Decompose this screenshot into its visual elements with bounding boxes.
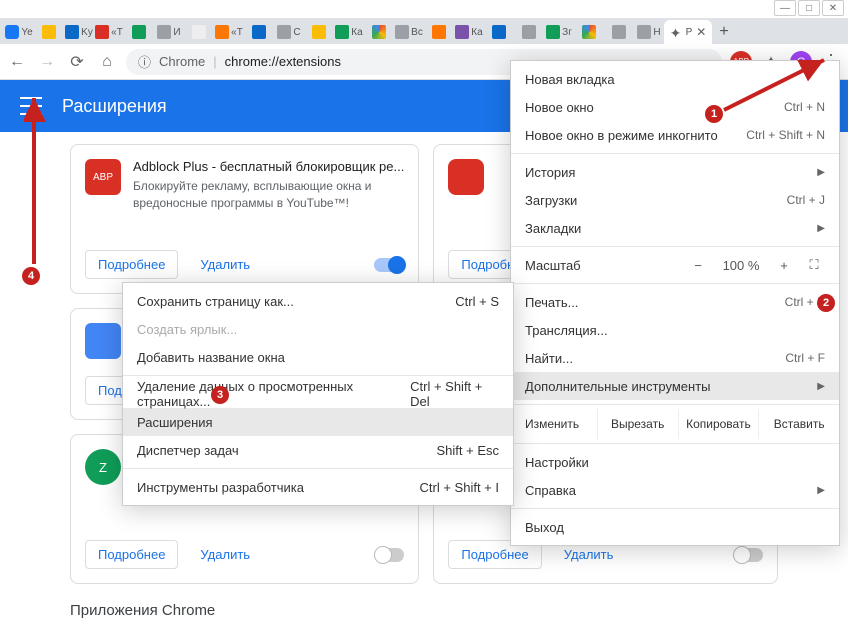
menu-more-tools[interactable]: Дополнительные инструменты▶ <box>511 372 839 400</box>
tab-4[interactable] <box>124 20 154 44</box>
ext-icon-docs <box>85 323 121 359</box>
zoom-out-button[interactable]: − <box>687 258 709 273</box>
submenu-task-manager[interactable]: Диспетчер задачShift + Esc <box>123 436 513 464</box>
tab-18[interactable]: Зг <box>544 20 574 44</box>
menu-zoom: Масштаб − 100 % + ⛶ <box>511 251 839 279</box>
home-button[interactable]: ⌂ <box>96 51 118 73</box>
ext-icon-zenmate: Z <box>85 449 121 485</box>
close-tab-icon[interactable]: ✕ <box>696 25 706 39</box>
extension-toggle[interactable] <box>733 548 763 562</box>
chevron-right-icon: ▶ <box>817 485 825 496</box>
chevron-right-icon: ▶ <box>817 223 825 234</box>
menu-find[interactable]: Найти...Ctrl + F <box>511 344 839 372</box>
menu-settings[interactable]: Настройки <box>511 448 839 476</box>
menu-print[interactable]: Печать...Ctrl + P <box>511 288 839 316</box>
submenu-clear-data[interactable]: Удаление данных о просмотренных страница… <box>123 380 513 408</box>
tab-21[interactable]: Н <box>634 20 664 44</box>
ext-icon-adblock: ABP <box>85 159 121 195</box>
window-close[interactable]: ✕ <box>822 0 844 16</box>
page-title: Расширения <box>62 96 167 117</box>
tab-19[interactable] <box>574 20 604 44</box>
tab-10[interactable] <box>304 20 334 44</box>
ext-icon-adobe <box>448 159 484 195</box>
ext-title: Adblock Plus - бесплатный блокировщик ре… <box>133 159 404 174</box>
annotation-arrow-4 <box>24 92 48 270</box>
extension-toggle[interactable] <box>374 548 404 562</box>
tab-2[interactable]: Ky <box>64 20 94 44</box>
tab-13[interactable]: Вс <box>394 20 424 44</box>
reload-button[interactable]: ⟳ <box>66 51 88 73</box>
menu-bookmarks[interactable]: Закладки▶ <box>511 214 839 242</box>
ext-desc: Блокируйте рекламу, всплывающие окна и в… <box>133 178 404 212</box>
fullscreen-button[interactable]: ⛶ <box>803 257 825 273</box>
details-button[interactable]: Подробнее <box>85 250 178 279</box>
tab-20[interactable] <box>604 20 634 44</box>
chrome-main-menu: Новая вкладка Новое окноCtrl + N Новое о… <box>510 60 840 546</box>
zoom-in-button[interactable]: + <box>773 258 795 273</box>
menu-help[interactable]: Справка▶ <box>511 476 839 504</box>
chevron-right-icon: ▶ <box>817 167 825 178</box>
menu-exit[interactable]: Выход <box>511 513 839 541</box>
puzzle-icon: ✦ <box>670 25 684 39</box>
tab-14[interactable] <box>424 20 454 44</box>
back-button[interactable]: ← <box>6 51 28 73</box>
site-info-icon[interactable]: ⓘ <box>138 52 151 71</box>
tab-7[interactable]: «Т <box>214 20 244 44</box>
url-path: chrome://extensions <box>225 54 341 69</box>
tab-8[interactable] <box>244 20 274 44</box>
annotation-badge-2: 2 <box>817 294 835 312</box>
submenu-extensions[interactable]: Расширения <box>123 408 513 436</box>
forward-button[interactable]: → <box>36 51 58 73</box>
tab-17[interactable] <box>514 20 544 44</box>
tab-11[interactable]: Ка <box>334 20 364 44</box>
tab-6[interactable] <box>184 20 214 44</box>
tab-3[interactable]: «Т <box>94 20 124 44</box>
extension-toggle[interactable] <box>374 258 404 272</box>
annotation-badge-1: 1 <box>705 105 723 123</box>
submenu-name-window[interactable]: Добавить название окна <box>123 343 513 371</box>
tab-16[interactable] <box>484 20 514 44</box>
more-tools-submenu: Сохранить страницу как...Ctrl + S Создат… <box>122 282 514 506</box>
tab-1[interactable] <box>34 20 64 44</box>
menu-downloads[interactable]: ЗагрузкиCtrl + J <box>511 186 839 214</box>
menu-cast[interactable]: Трансляция... <box>511 316 839 344</box>
chevron-right-icon: ▶ <box>817 381 825 392</box>
annotation-badge-4: 4 <box>22 267 40 285</box>
tab-15[interactable]: Ка <box>454 20 484 44</box>
window-min[interactable]: — <box>774 0 796 16</box>
submenu-devtools[interactable]: Инструменты разработчикаCtrl + Shift + I <box>123 473 513 501</box>
submenu-create-shortcut: Создать ярлык... <box>123 315 513 343</box>
url-scheme: Chrome <box>159 54 205 69</box>
annotation-arrow-1 <box>720 54 840 114</box>
menu-paste[interactable]: Вставить <box>758 409 839 439</box>
menu-edit-label: Изменить <box>511 409 597 439</box>
menu-incognito[interactable]: Новое окно в режиме инкогнитоCtrl + Shif… <box>511 121 839 149</box>
window-controls: — □ ✕ <box>774 0 844 16</box>
menu-cut[interactable]: Вырезать <box>597 409 678 439</box>
menu-history[interactable]: История▶ <box>511 158 839 186</box>
details-button[interactable]: Подробнее <box>85 540 178 569</box>
tab-0[interactable]: Ye <box>4 20 34 44</box>
apps-section-title: Приложения Chrome <box>70 602 778 619</box>
tab-strip: Ye Ky «Т И «Т С Ка Вс Ка Зг Н ✦ Р ✕ + <box>0 18 848 44</box>
zoom-value: 100 % <box>717 258 765 273</box>
window-max[interactable]: □ <box>798 0 820 16</box>
remove-button[interactable]: Удалить <box>188 251 262 278</box>
submenu-save-page[interactable]: Сохранить страницу как...Ctrl + S <box>123 287 513 315</box>
annotation-badge-3: 3 <box>211 386 229 404</box>
extension-card: ABP Adblock Plus - бесплатный блокировщи… <box>70 144 419 294</box>
tab-9[interactable]: С <box>274 20 304 44</box>
tab-12[interactable] <box>364 20 394 44</box>
new-tab-button[interactable]: + <box>712 20 736 44</box>
tab-5[interactable]: И <box>154 20 184 44</box>
menu-edit-row: Изменить Вырезать Копировать Вставить <box>511 409 839 439</box>
remove-button[interactable]: Удалить <box>188 541 262 568</box>
menu-copy[interactable]: Копировать <box>678 409 759 439</box>
tab-active-extensions[interactable]: ✦ Р ✕ <box>664 20 712 44</box>
